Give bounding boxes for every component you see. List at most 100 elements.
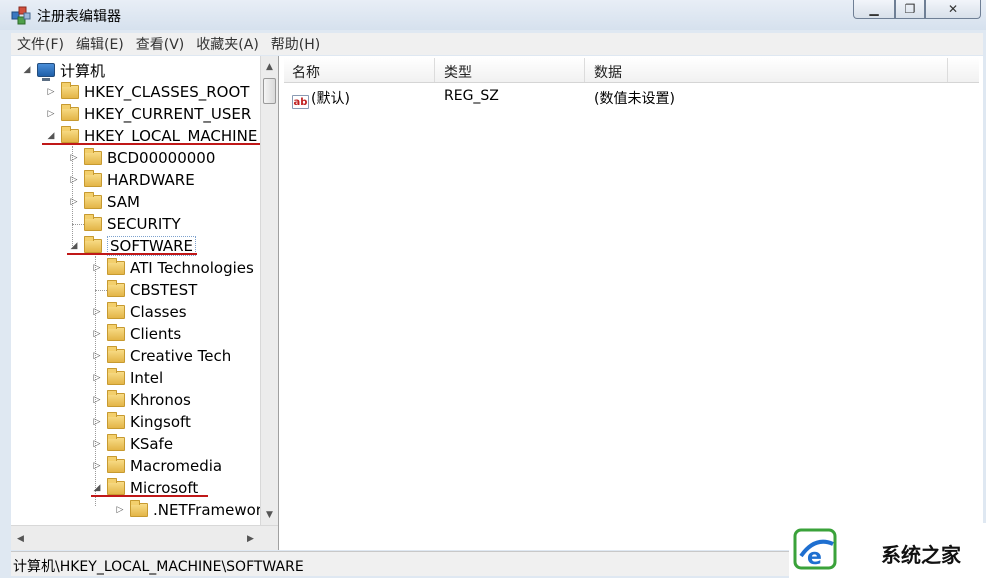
- status-path: 计算机\HKEY_LOCAL_MACHINE\SOFTWARE: [13, 559, 304, 575]
- menu-help[interactable]: 帮助(H): [265, 34, 326, 54]
- restore-icon: ❐: [904, 2, 916, 16]
- collapsed-arrow-icon[interactable]: ▷: [91, 417, 103, 427]
- folder-icon: [84, 192, 102, 209]
- registry-editor-icon: [11, 6, 31, 25]
- minimize-button[interactable]: ▁: [853, 0, 895, 19]
- folder-icon: [107, 434, 125, 451]
- menu-favorites[interactable]: 收藏夹(A): [190, 34, 265, 54]
- computer-icon: [37, 63, 55, 81]
- maximize-button[interactable]: ❐: [895, 0, 925, 19]
- close-icon: ✕: [947, 2, 959, 16]
- watermark-text: 系统之家: [881, 543, 961, 567]
- collapsed-arrow-icon[interactable]: ▷: [91, 263, 103, 273]
- client-area: ◢ 计算机 ▷ HKEY_CLASSES_ROOT ▷ HKEY_CURRENT…: [11, 56, 983, 550]
- tree-item-computer[interactable]: ◢ 计算机: [21, 59, 105, 81]
- scroll-right-icon[interactable]: ▶: [242, 530, 259, 547]
- tree-item-creative-tech[interactable]: ▷ Creative Tech: [91, 345, 231, 367]
- collapsed-arrow-icon[interactable]: ▷: [45, 87, 57, 97]
- svg-text:e: e: [807, 545, 822, 570]
- expanded-arrow-icon[interactable]: ◢: [91, 483, 103, 493]
- column-header-data[interactable]: 数据: [594, 62, 622, 82]
- value-data-cell: (数值未设置): [594, 91, 675, 107]
- collapsed-arrow-icon[interactable]: ▷: [91, 329, 103, 339]
- folder-icon: [61, 82, 79, 99]
- scroll-up-icon[interactable]: ▲: [261, 58, 278, 75]
- folder-icon: [61, 104, 79, 121]
- tree-item-netframework[interactable]: ▷ .NETFramework: [114, 499, 271, 521]
- collapsed-arrow-icon[interactable]: ▷: [68, 197, 80, 207]
- folder-icon: [107, 258, 125, 275]
- collapsed-arrow-icon[interactable]: ▷: [91, 439, 103, 449]
- tree-item-hkey-current-user[interactable]: ▷ HKEY_CURRENT_USER: [45, 103, 251, 125]
- folder-icon: [107, 456, 125, 473]
- expanded-arrow-icon[interactable]: ◢: [68, 241, 80, 251]
- expanded-arrow-icon[interactable]: ◢: [45, 131, 57, 141]
- string-value-icon: ab: [292, 95, 309, 109]
- collapsed-arrow-icon[interactable]: ▷: [45, 109, 57, 119]
- folder-icon: [84, 236, 102, 253]
- tree-item-cbstest[interactable]: CBSTEST: [91, 279, 197, 301]
- column-header-name[interactable]: 名称: [292, 62, 320, 82]
- column-separator[interactable]: [947, 58, 948, 82]
- tree-item-clients[interactable]: ▷ Clients: [91, 323, 181, 345]
- collapsed-arrow-icon[interactable]: ▷: [91, 351, 103, 361]
- collapsed-arrow-icon[interactable]: ▷: [91, 307, 103, 317]
- folder-icon: [107, 368, 125, 385]
- tree-item-macromedia[interactable]: ▷ Macromedia: [91, 455, 222, 477]
- caption-buttons: ▁ ❐ ✕: [853, 0, 981, 20]
- menu-view[interactable]: 查看(V): [130, 34, 191, 54]
- folder-icon: [107, 390, 125, 407]
- tree-item-sam[interactable]: ▷ SAM: [68, 191, 140, 213]
- window-title: 注册表编辑器: [37, 9, 121, 25]
- folder-icon: [61, 126, 79, 143]
- highlight-underline: [67, 253, 197, 255]
- watermark: e 系统之家: [789, 523, 986, 578]
- tree-item-khronos[interactable]: ▷ Khronos: [91, 389, 191, 411]
- scroll-down-icon[interactable]: ▼: [261, 506, 278, 523]
- title-bar: 注册表编辑器 ▁ ❐ ✕: [0, 0, 986, 30]
- folder-icon: [107, 412, 125, 429]
- folder-icon: [84, 214, 102, 231]
- tree-item-bcd00000000[interactable]: ▷ BCD00000000: [68, 147, 215, 169]
- folder-icon: [84, 148, 102, 165]
- collapsed-arrow-icon[interactable]: ▷: [91, 373, 103, 383]
- folder-icon: [130, 500, 148, 517]
- collapsed-arrow-icon[interactable]: ▷: [91, 395, 103, 405]
- tree-item-hkey-classes-root[interactable]: ▷ HKEY_CLASSES_ROOT: [45, 81, 249, 103]
- close-button[interactable]: ✕: [925, 0, 981, 19]
- expanded-arrow-icon[interactable]: ◢: [21, 65, 33, 75]
- tree-item-ksafe[interactable]: ▷ KSafe: [91, 433, 173, 455]
- tree-item-hardware[interactable]: ▷ HARDWARE: [68, 169, 195, 191]
- tree-horizontal-scrollbar[interactable]: ◀ ▶: [11, 525, 278, 550]
- menu-edit[interactable]: 编辑(E): [70, 34, 130, 54]
- highlight-underline: [91, 495, 208, 497]
- collapsed-arrow-icon[interactable]: ▷: [91, 461, 103, 471]
- folder-icon: [107, 280, 125, 297]
- values-list[interactable]: 名称 类型 数据 ab (默认) REG_SZ (数值未设置): [284, 56, 983, 550]
- tree-item-intel[interactable]: ▷ Intel: [91, 367, 163, 389]
- column-header-type[interactable]: 类型: [444, 62, 472, 82]
- value-type-cell: REG_SZ: [444, 88, 499, 104]
- watermark-logo-icon: e: [793, 528, 837, 570]
- collapsed-arrow-icon[interactable]: ▷: [68, 175, 80, 185]
- scrollbar-thumb[interactable]: [263, 78, 276, 104]
- scroll-left-icon[interactable]: ◀: [12, 530, 29, 547]
- column-separator[interactable]: [434, 58, 435, 82]
- collapsed-arrow-icon[interactable]: ▷: [114, 505, 126, 515]
- value-name-cell: ab (默认): [292, 91, 350, 109]
- tree-item-kingsoft[interactable]: ▷ Kingsoft: [91, 411, 191, 433]
- tree-item-classes[interactable]: ▷ Classes: [91, 301, 187, 323]
- highlight-underline: [42, 143, 264, 145]
- tree-item-security[interactable]: SECURITY: [68, 213, 181, 235]
- list-header: 名称 类型 数据: [284, 58, 979, 83]
- column-separator[interactable]: [584, 58, 585, 82]
- tree-pane[interactable]: ◢ 计算机 ▷ HKEY_CLASSES_ROOT ▷ HKEY_CURRENT…: [11, 56, 279, 550]
- folder-icon: [107, 324, 125, 341]
- tree-vertical-scrollbar[interactable]: ▲ ▼: [260, 56, 278, 525]
- tree-item-ati-technologies[interactable]: ▷ ATI Technologies: [91, 257, 254, 279]
- folder-icon: [107, 302, 125, 319]
- folder-icon: [107, 346, 125, 363]
- list-item[interactable]: ab (默认) REG_SZ (数值未设置): [284, 84, 979, 109]
- collapsed-arrow-icon[interactable]: ▷: [68, 153, 80, 163]
- menu-file[interactable]: 文件(F): [11, 34, 70, 54]
